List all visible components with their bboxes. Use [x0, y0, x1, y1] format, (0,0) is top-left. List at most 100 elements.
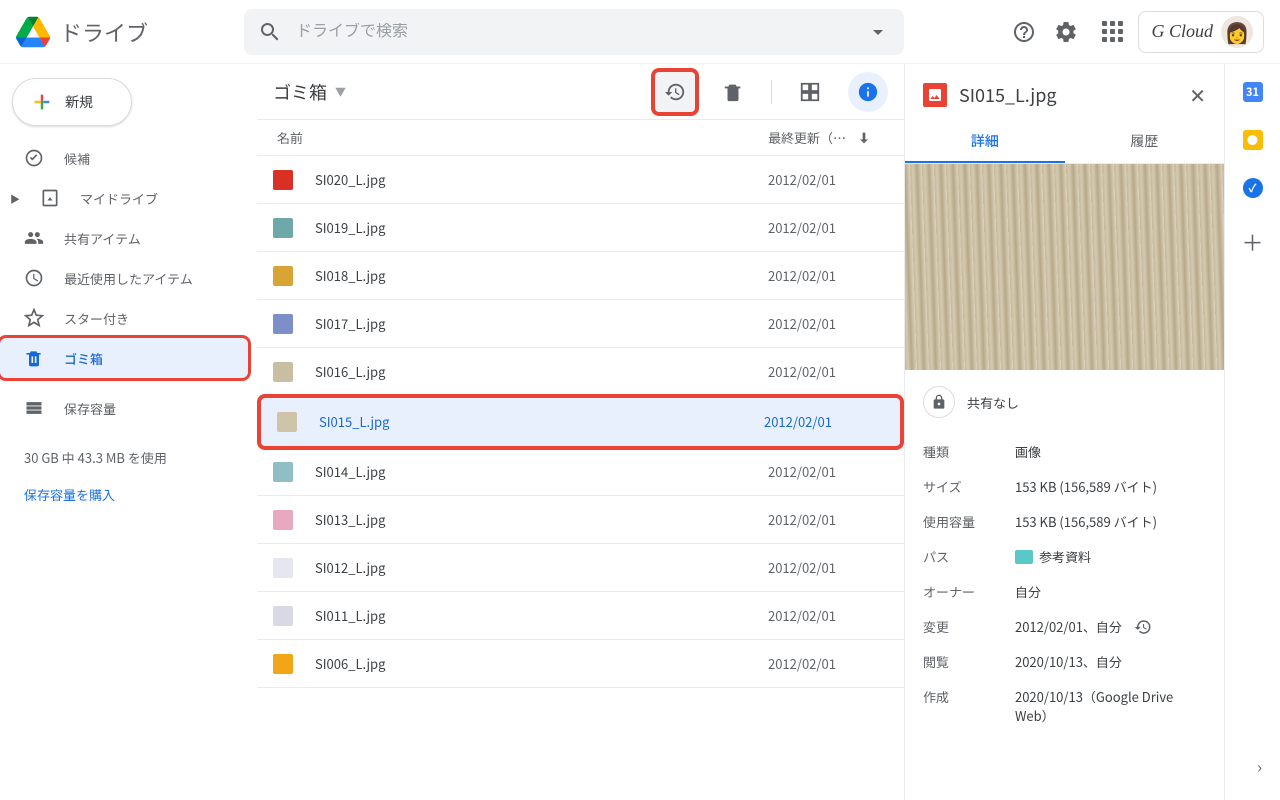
- file-name: SI016_L.jpg: [315, 362, 768, 381]
- details-filename: SI015_L.jpg: [959, 82, 1177, 108]
- prop-view-v: 2020/10/13、自分: [1015, 652, 1206, 671]
- drive-icon: [40, 188, 60, 208]
- tasks-addon-icon[interactable]: ✓: [1243, 178, 1263, 198]
- account-label: G Cloud: [1151, 21, 1213, 42]
- apps-icon[interactable]: [1100, 20, 1124, 44]
- file-row[interactable]: SI006_L.jpg 2012/02/01: [257, 640, 904, 688]
- prop-created-v: 2020/10/13（Google Drive Web）: [1015, 687, 1206, 725]
- prop-type-k: 種類: [923, 442, 1015, 461]
- search-icon[interactable]: [258, 20, 282, 44]
- file-date: 2012/02/01: [768, 558, 888, 577]
- file-row[interactable]: SI014_L.jpg 2012/02/01: [257, 448, 904, 496]
- close-icon[interactable]: ✕: [1189, 80, 1206, 109]
- file-row[interactable]: SI016_L.jpg 2012/02/01: [257, 348, 904, 396]
- prop-mod-k: 変更: [923, 617, 1015, 636]
- grid-view-button[interactable]: [790, 72, 830, 112]
- file-thumbnail: [273, 558, 293, 578]
- main-content: ゴミ箱 ▼ 名前 最終更新（… SI020_L.jpg 2012/02/01 S…: [256, 64, 904, 800]
- sidebar-item-label: 共有アイテム: [64, 229, 141, 248]
- file-date: 2012/02/01: [768, 606, 888, 625]
- clock-icon: [24, 268, 44, 288]
- help-icon[interactable]: [1012, 20, 1036, 44]
- history-icon[interactable]: [1134, 618, 1152, 636]
- side-rail: 31 ● ✓ ＋: [1224, 64, 1280, 800]
- file-date: 2012/02/01: [768, 170, 888, 189]
- prop-used-v: 153 KB (156,589 バイト): [1015, 512, 1206, 531]
- prop-owner-v: 自分: [1015, 582, 1206, 601]
- sidebar-item-mydrive[interactable]: ▶ マイドライブ: [0, 178, 240, 218]
- people-icon: [24, 228, 44, 248]
- file-row[interactable]: SI015_L.jpg 2012/02/01: [261, 398, 900, 446]
- prop-owner-k: オーナー: [923, 582, 1015, 601]
- breadcrumb[interactable]: ゴミ箱 ▼: [273, 79, 346, 105]
- search-input[interactable]: [296, 23, 852, 41]
- avatar: 👩: [1221, 16, 1253, 48]
- tab-activity[interactable]: 履歴: [1065, 121, 1225, 163]
- sidebar-item-shared[interactable]: 共有アイテム: [0, 218, 240, 258]
- keep-addon-icon[interactable]: ●: [1243, 130, 1263, 150]
- sidebar-item-label: ゴミ箱: [64, 349, 103, 368]
- sort-arrow-icon: [856, 130, 872, 146]
- chevron-down-icon[interactable]: ▼: [335, 84, 346, 100]
- delete-forever-button[interactable]: [713, 72, 753, 112]
- file-row[interactable]: SI011_L.jpg 2012/02/01: [257, 592, 904, 640]
- calendar-addon-icon[interactable]: 31: [1243, 82, 1263, 102]
- search-bar[interactable]: [244, 9, 904, 55]
- logo[interactable]: ドライブ: [16, 15, 236, 49]
- image-type-icon: [923, 83, 947, 107]
- file-row[interactable]: SI017_L.jpg 2012/02/01: [257, 300, 904, 348]
- add-addon-icon[interactable]: ＋: [1241, 226, 1263, 258]
- file-name: SI012_L.jpg: [315, 558, 768, 577]
- file-thumbnail: [273, 170, 293, 190]
- col-modified[interactable]: 最終更新（…: [768, 128, 888, 147]
- storage-icon: [24, 398, 44, 418]
- toolbar: ゴミ箱 ▼: [257, 64, 904, 120]
- file-row[interactable]: SI019_L.jpg 2012/02/01: [257, 204, 904, 252]
- prop-view-k: 閲覧: [923, 652, 1015, 671]
- file-preview[interactable]: [905, 164, 1224, 370]
- sidebar: 新規 候補 ▶ マイドライブ 共有アイテム 最近使用したアイテム ス: [0, 64, 256, 800]
- file-date: 2012/02/01: [768, 510, 888, 529]
- file-date: 2012/02/01: [768, 266, 888, 285]
- file-name: SI013_L.jpg: [315, 510, 768, 529]
- info-button[interactable]: [848, 72, 888, 112]
- sidebar-item-label: 候補: [64, 149, 90, 168]
- settings-icon[interactable]: [1054, 20, 1078, 44]
- new-button[interactable]: 新規: [12, 78, 132, 126]
- buy-storage-link[interactable]: 保存容量を購入: [24, 485, 232, 504]
- file-row[interactable]: SI013_L.jpg 2012/02/01: [257, 496, 904, 544]
- file-name: SI015_L.jpg: [319, 412, 764, 431]
- caret-right-icon[interactable]: ▶: [10, 191, 20, 206]
- sidebar-item-label: 最近使用したアイテム: [64, 269, 193, 288]
- new-button-label: 新規: [65, 92, 93, 112]
- sidebar-item-recent[interactable]: 最近使用したアイテム: [0, 258, 240, 298]
- sidebar-item-priority[interactable]: 候補: [0, 138, 240, 178]
- breadcrumb-label: ゴミ箱: [273, 79, 327, 105]
- prop-created-k: 作成: [923, 687, 1015, 706]
- file-row[interactable]: SI020_L.jpg 2012/02/01: [257, 156, 904, 204]
- file-date: 2012/02/01: [768, 654, 888, 673]
- sidebar-item-starred[interactable]: スター付き: [0, 298, 240, 338]
- restore-button[interactable]: [655, 72, 695, 112]
- prop-type-v: 画像: [1015, 442, 1206, 461]
- trash-icon: [24, 348, 44, 368]
- file-date: 2012/02/01: [764, 412, 884, 431]
- file-row[interactable]: SI018_L.jpg 2012/02/01: [257, 252, 904, 300]
- star-icon: [24, 308, 44, 328]
- collapse-rail-icon[interactable]: ›: [1257, 754, 1262, 778]
- lock-icon: [923, 386, 955, 418]
- col-name[interactable]: 名前: [273, 128, 768, 147]
- file-name: SI017_L.jpg: [315, 314, 768, 333]
- search-dropdown-icon[interactable]: [866, 20, 890, 44]
- file-row[interactable]: SI012_L.jpg 2012/02/01: [257, 544, 904, 592]
- sidebar-item-storage[interactable]: 保存容量: [0, 388, 240, 428]
- sidebar-item-trash[interactable]: ゴミ箱: [0, 338, 248, 378]
- prop-path-v[interactable]: 参考資料: [1015, 547, 1206, 566]
- tab-details[interactable]: 詳細: [905, 121, 1065, 163]
- account-chip[interactable]: G Cloud 👩: [1138, 11, 1264, 53]
- file-thumbnail: [273, 314, 293, 334]
- file-thumbnail: [273, 218, 293, 238]
- file-name: SI020_L.jpg: [315, 170, 768, 189]
- file-name: SI014_L.jpg: [315, 462, 768, 481]
- prop-size-k: サイズ: [923, 477, 1015, 496]
